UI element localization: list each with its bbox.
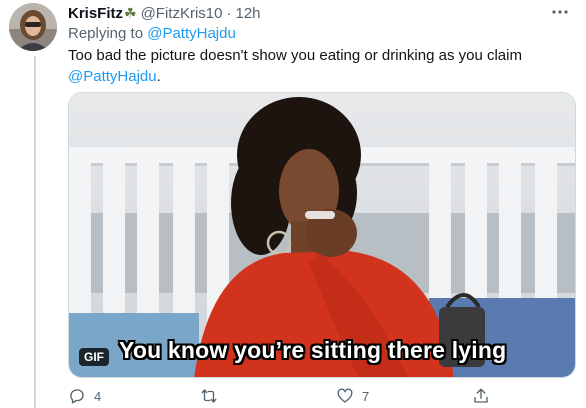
share-icon — [474, 388, 488, 403]
like-count: 7 — [362, 388, 370, 404]
tweet-text-body: Too bad the picture doesn't show you eat… — [68, 47, 522, 64]
gif-image — [69, 93, 575, 377]
tweet-header: KrisFitz ☘ @FitzKris10 · 12h — [68, 3, 261, 23]
replying-to-label: Replying to — [68, 25, 144, 42]
gif-caption: You know you’re sitting there lying — [119, 337, 507, 363]
tweet-text-end: . — [156, 68, 161, 85]
share-button[interactable] — [472, 387, 490, 405]
gif-badge: GIF — [79, 348, 109, 366]
like-icon — [337, 388, 353, 403]
avatar[interactable] — [9, 3, 57, 51]
reply-button[interactable]: 4 — [68, 387, 200, 405]
avatar-image — [9, 3, 57, 51]
replying-to: Replying to @PattyHajdu — [68, 25, 236, 42]
timestamp[interactable]: 12h — [236, 5, 261, 22]
display-name[interactable]: KrisFitz — [68, 5, 123, 22]
user-handle[interactable]: @FitzKris10 — [141, 5, 223, 22]
clover-emoji: ☘ — [124, 4, 137, 21]
action-bar: 4 7 — [68, 386, 508, 406]
more-options-button[interactable] — [548, 2, 572, 22]
retweet-icon — [201, 389, 217, 403]
thread-line — [34, 56, 36, 408]
retweet-button[interactable] — [200, 387, 336, 405]
tweet-text: Too bad the picture doesn't show you eat… — [68, 45, 568, 87]
gif-media[interactable]: GIF You know you’re sitting there lying — [68, 92, 576, 378]
separator-dot: · — [226, 4, 232, 22]
reply-icon — [70, 389, 84, 404]
replying-to-mention[interactable]: @PattyHajdu — [147, 25, 236, 42]
tweet-mention[interactable]: @PattyHajdu — [68, 68, 157, 85]
reply-count: 4 — [94, 388, 102, 404]
tweet[interactable]: KrisFitz ☘ @FitzKris10 · 12h Replying to… — [0, 0, 586, 408]
like-button[interactable]: 7 — [336, 387, 472, 405]
more-icon — [552, 10, 568, 14]
